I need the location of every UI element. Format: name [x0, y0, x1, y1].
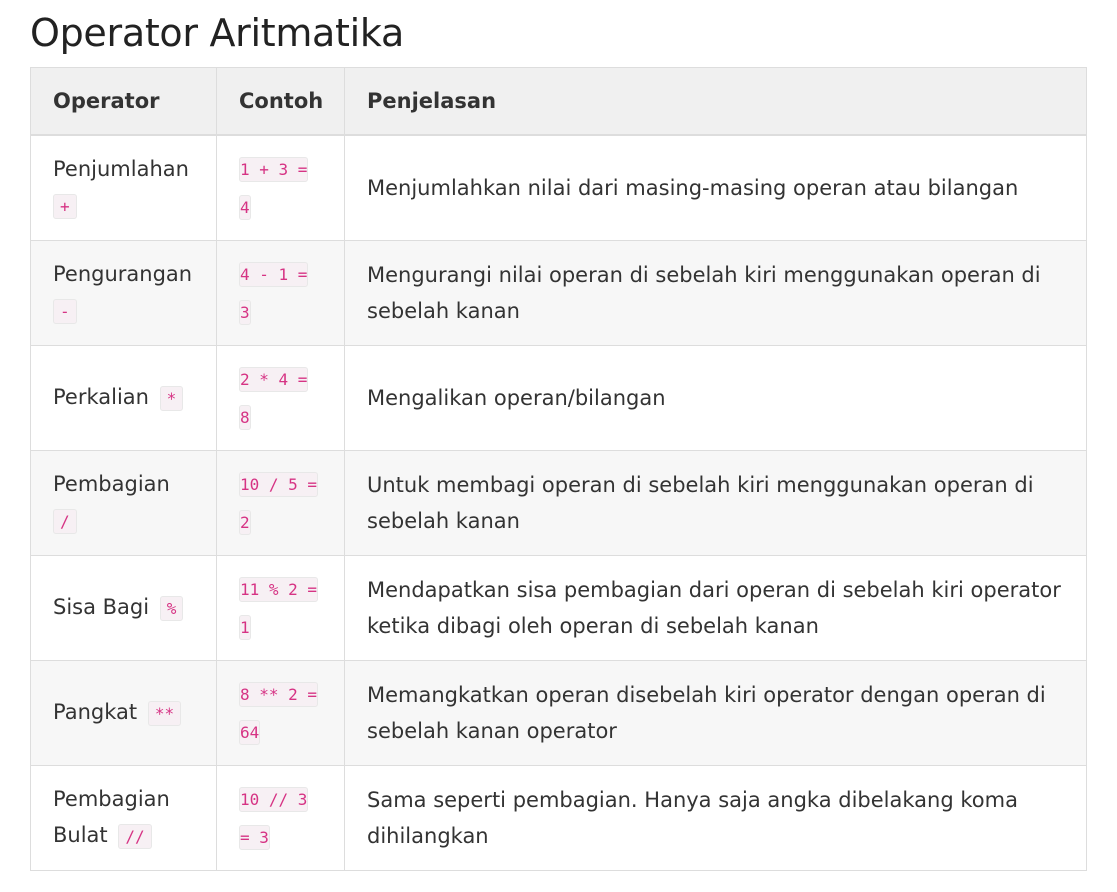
example-code: 10 / 5 = 2	[239, 472, 319, 535]
description-cell: Menjumlahkan nilai dari masing-masing op…	[344, 134, 1087, 241]
example-cell: 8 ** 2 = 64	[216, 660, 345, 766]
operator-name: Pengurangan	[53, 262, 193, 286]
table-row: Sisa Bagi % 11 % 2 = 1 Mendapatkan sisa …	[30, 555, 1087, 661]
table-row: Pembagian / 10 / 5 = 2 Untuk membagi ope…	[30, 450, 1087, 556]
table-header-row: Operator Contoh Penjelasan	[30, 67, 1087, 136]
table-row: Penjumlahan + 1 + 3 = 4 Menjumlahkan nil…	[30, 134, 1087, 241]
table-row: Pengurangan - 4 - 1 = 3 Mengurangi nilai…	[30, 240, 1087, 346]
operator-name: Penjumlahan	[53, 157, 189, 181]
example-code: 2 * 4 = 8	[239, 367, 309, 430]
operator-cell: Penjumlahan +	[30, 134, 217, 241]
operator-symbol: %	[159, 596, 184, 621]
operator-name: Perkalian	[53, 385, 149, 409]
operator-symbol: /	[53, 509, 77, 534]
example-cell: 2 * 4 = 8	[216, 345, 345, 451]
description-cell: Sama seperti pembagian. Hanya saja angka…	[344, 765, 1087, 871]
header-description: Penjelasan	[344, 67, 1087, 136]
example-cell: 10 / 5 = 2	[216, 450, 345, 556]
operator-name: Pangkat	[53, 700, 138, 724]
operator-name: Pembagian Bulat	[53, 787, 170, 847]
example-cell: 4 - 1 = 3	[216, 240, 345, 346]
description-cell: Mengalikan operan/bilangan	[344, 345, 1087, 451]
operator-name: Sisa Bagi	[53, 595, 150, 619]
operator-cell: Perkalian *	[30, 345, 217, 451]
table-row: Pangkat ** 8 ** 2 = 64 Memangkatkan oper…	[30, 660, 1087, 766]
example-code: 1 + 3 = 4	[239, 157, 309, 220]
example-cell: 1 + 3 = 4	[216, 134, 345, 241]
operator-symbol: -	[53, 299, 77, 324]
header-example: Contoh	[216, 67, 345, 136]
operator-symbol: **	[147, 701, 182, 726]
example-cell: 11 % 2 = 1	[216, 555, 345, 661]
description-cell: Mengurangi nilai operan di sebelah kiri …	[344, 240, 1087, 346]
example-code: 4 - 1 = 3	[239, 262, 309, 325]
operator-cell: Pangkat **	[30, 660, 217, 766]
description-cell: Memangkatkan operan disebelah kiri opera…	[344, 660, 1087, 766]
operator-cell: Pembagian /	[30, 450, 217, 556]
operators-table: Operator Contoh Penjelasan Penjumlahan +…	[30, 67, 1087, 871]
example-code: 10 // 3 = 3	[239, 787, 309, 850]
operator-name: Pembagian	[53, 472, 170, 496]
table-row: Pembagian Bulat // 10 // 3 = 3 Sama sepe…	[30, 765, 1087, 871]
operator-symbol: //	[118, 824, 152, 849]
example-cell: 10 // 3 = 3	[216, 765, 345, 871]
table-row: Perkalian * 2 * 4 = 8 Mengalikan operan/…	[30, 345, 1087, 451]
operator-symbol: *	[159, 386, 184, 411]
description-cell: Mendapatkan sisa pembagian dari operan d…	[344, 555, 1087, 661]
header-operator: Operator	[30, 67, 217, 136]
operator-cell: Pengurangan -	[30, 240, 217, 346]
operator-cell: Sisa Bagi %	[30, 555, 217, 661]
operator-cell: Pembagian Bulat //	[30, 765, 217, 871]
operator-symbol: +	[53, 194, 77, 219]
example-code: 8 ** 2 = 64	[239, 682, 319, 745]
example-code: 11 % 2 = 1	[239, 577, 319, 640]
page-title: Operator Aritmatika	[30, 11, 404, 55]
description-cell: Untuk membagi operan di sebelah kiri men…	[344, 450, 1087, 556]
